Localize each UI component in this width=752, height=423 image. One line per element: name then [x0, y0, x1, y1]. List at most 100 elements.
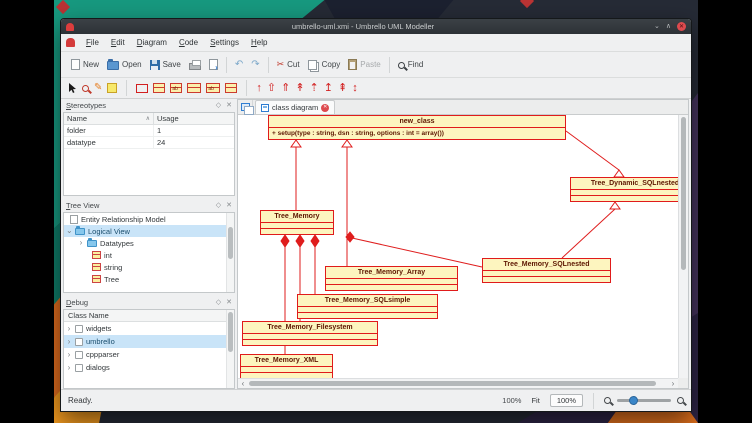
scrollbar-thumb[interactable] — [228, 312, 233, 352]
tree-item-datatypes[interactable]: › Datatypes — [64, 237, 234, 249]
zoom-slider-handle[interactable] — [629, 396, 638, 405]
copy-button[interactable]: Copy — [304, 57, 345, 73]
dock-float-icon[interactable]: ◇ — [216, 102, 221, 109]
column-name[interactable]: Name∧ — [64, 113, 154, 124]
open-button[interactable]: Open — [103, 56, 146, 73]
package-tool[interactable] — [225, 83, 237, 93]
fit-button[interactable]: Fit — [527, 395, 543, 406]
zoom-tool[interactable] — [82, 85, 89, 92]
tree-scrollbar[interactable] — [226, 213, 234, 292]
dock-close-icon[interactable]: ✕ — [226, 202, 232, 209]
interface-tool[interactable] — [187, 83, 201, 93]
zoom-out-icon[interactable] — [604, 397, 611, 404]
class-box-tree-dynamic-sqlnested[interactable]: Tree_Dynamic_SQLnested — [570, 177, 678, 202]
debug-dock-header[interactable]: Debug ◇ ✕ — [63, 296, 235, 309]
containment-tool[interactable]: ⇞ — [338, 83, 347, 94]
debug-item-umbrello[interactable]: › umbrello — [64, 335, 234, 348]
dock-close-icon[interactable]: ✕ — [226, 299, 232, 306]
scrollbar-thumb[interactable] — [249, 381, 656, 386]
box-tool[interactable] — [136, 84, 148, 93]
maximize-button[interactable]: ∧ — [666, 23, 671, 30]
zoom-slider[interactable] — [617, 399, 671, 402]
composition-tool[interactable]: ↟ — [295, 83, 304, 94]
debug-scrollbar[interactable] — [226, 310, 234, 388]
paste-button[interactable]: Paste — [344, 56, 384, 73]
scrollbar-thumb[interactable] — [681, 117, 686, 270]
undo-button[interactable]: ↶ — [231, 57, 247, 73]
tab-class-diagram[interactable]: class diagram ✕ — [255, 100, 335, 114]
datatype-tool[interactable] — [170, 83, 182, 93]
horizontal-scrollbar[interactable]: ‹ › — [238, 378, 678, 388]
expander-closed-icon[interactable]: › — [66, 364, 72, 372]
class-box-tree-memory-array[interactable]: Tree_Memory_Array — [325, 266, 458, 291]
aggregation-tree-memory-sqlnested[interactable] — [346, 232, 482, 267]
aggregation-tree-memory-sqlsimple[interactable] — [311, 235, 319, 294]
class-box-tree-memory-xml[interactable]: Tree_Memory_XML — [240, 354, 333, 378]
generalization-dynamic-newclass[interactable] — [566, 131, 624, 177]
class-box-tree-memory-filesystem[interactable]: Tree_Memory_Filesystem — [242, 321, 378, 346]
vertical-scrollbar[interactable] — [678, 115, 688, 378]
generalization-array-newclass[interactable] — [342, 140, 352, 266]
menu-diagram[interactable]: Diagram — [131, 36, 173, 49]
expander-closed-icon[interactable]: › — [66, 325, 72, 333]
cut-button[interactable]: ✂Cut — [273, 57, 304, 72]
table-row[interactable]: datatype 24 — [64, 137, 234, 149]
class-box-tree-memory[interactable]: Tree_Memory — [260, 210, 334, 235]
class-tool[interactable] — [153, 83, 165, 93]
tab-list-button[interactable] — [238, 100, 253, 114]
checkbox[interactable] — [75, 364, 83, 372]
table-row[interactable]: folder 1 — [64, 125, 234, 137]
tree-view-dock-header[interactable]: Tree View ◇ ✕ — [63, 199, 235, 212]
scrollbar-thumb[interactable] — [228, 227, 233, 259]
association-tool[interactable]: ↑ — [256, 83, 262, 94]
tree-item-string[interactable]: string — [64, 261, 234, 273]
menu-file[interactable]: File — [80, 36, 105, 49]
class-box-new-class[interactable]: new_class + setup(type : string, dsn : s… — [268, 115, 566, 140]
menu-settings[interactable]: Settings — [204, 36, 245, 49]
stereotypes-dock-header[interactable]: Stereotypes ◇ ✕ — [63, 99, 235, 112]
class-name-column-header[interactable]: Class Name — [64, 310, 234, 322]
tree-item-tree[interactable]: Tree — [64, 273, 234, 285]
checkbox[interactable] — [75, 325, 83, 333]
expander-closed-icon[interactable]: › — [78, 239, 84, 247]
find-button[interactable]: Find — [394, 57, 428, 72]
checkbox[interactable] — [75, 351, 83, 359]
menu-help[interactable]: Help — [245, 36, 273, 49]
tree-item-logical-view[interactable]: ⌄ Logical View — [64, 225, 234, 237]
menu-code[interactable]: Code — [173, 36, 204, 49]
enum-tool[interactable] — [206, 83, 220, 93]
tree-item-int[interactable]: int — [64, 249, 234, 261]
checkbox[interactable] — [75, 338, 83, 346]
generalization-tree-memory-newclass[interactable] — [291, 140, 301, 210]
redo-button[interactable]: ↷ — [247, 57, 263, 73]
dock-float-icon[interactable]: ◇ — [216, 299, 221, 306]
minimize-button[interactable]: ⌄ — [654, 23, 660, 30]
generalization-tool[interactable]: ⇧ — [267, 83, 276, 94]
zoom-value-button[interactable]: 100% — [550, 394, 583, 407]
zoom-in-icon[interactable] — [677, 397, 684, 404]
menu-edit[interactable]: Edit — [105, 36, 131, 49]
anchor-tool[interactable]: ↕ — [352, 83, 358, 94]
class-box-tree-memory-sqlsimple[interactable]: Tree_Memory_SQLsimple — [297, 294, 438, 319]
scroll-right-icon[interactable]: › — [668, 379, 678, 388]
print-button[interactable] — [185, 56, 205, 73]
dock-float-icon[interactable]: ◇ — [216, 202, 221, 209]
realization-tool[interactable]: ⇑ — [281, 83, 290, 94]
expander-closed-icon[interactable]: › — [66, 351, 72, 359]
pencil-tool[interactable]: ✎ — [94, 83, 102, 93]
tab-close-icon[interactable]: ✕ — [321, 104, 329, 112]
new-button[interactable]: New — [67, 56, 103, 73]
close-button[interactable]: ✕ — [677, 22, 686, 31]
selection-tool[interactable] — [67, 82, 77, 94]
titlebar[interactable]: umbrello-uml.xmi - Umbrello UML Modeller… — [61, 19, 691, 34]
export-button[interactable] — [205, 56, 222, 73]
dock-close-icon[interactable]: ✕ — [226, 102, 232, 109]
tree-item-entity-relationship-model[interactable]: Entity Relationship Model — [64, 213, 234, 225]
save-button[interactable]: Save — [146, 57, 185, 73]
column-usage[interactable]: Usage — [154, 113, 234, 124]
debug-item-widgets[interactable]: › widgets — [64, 322, 234, 335]
diagram-canvas[interactable]: new_class + setup(type : string, dsn : s… — [238, 115, 678, 378]
scroll-left-icon[interactable]: ‹ — [238, 379, 248, 388]
expander-open-icon[interactable]: ⌄ — [66, 227, 72, 235]
debug-item-dialogs[interactable]: › dialogs — [64, 361, 234, 374]
